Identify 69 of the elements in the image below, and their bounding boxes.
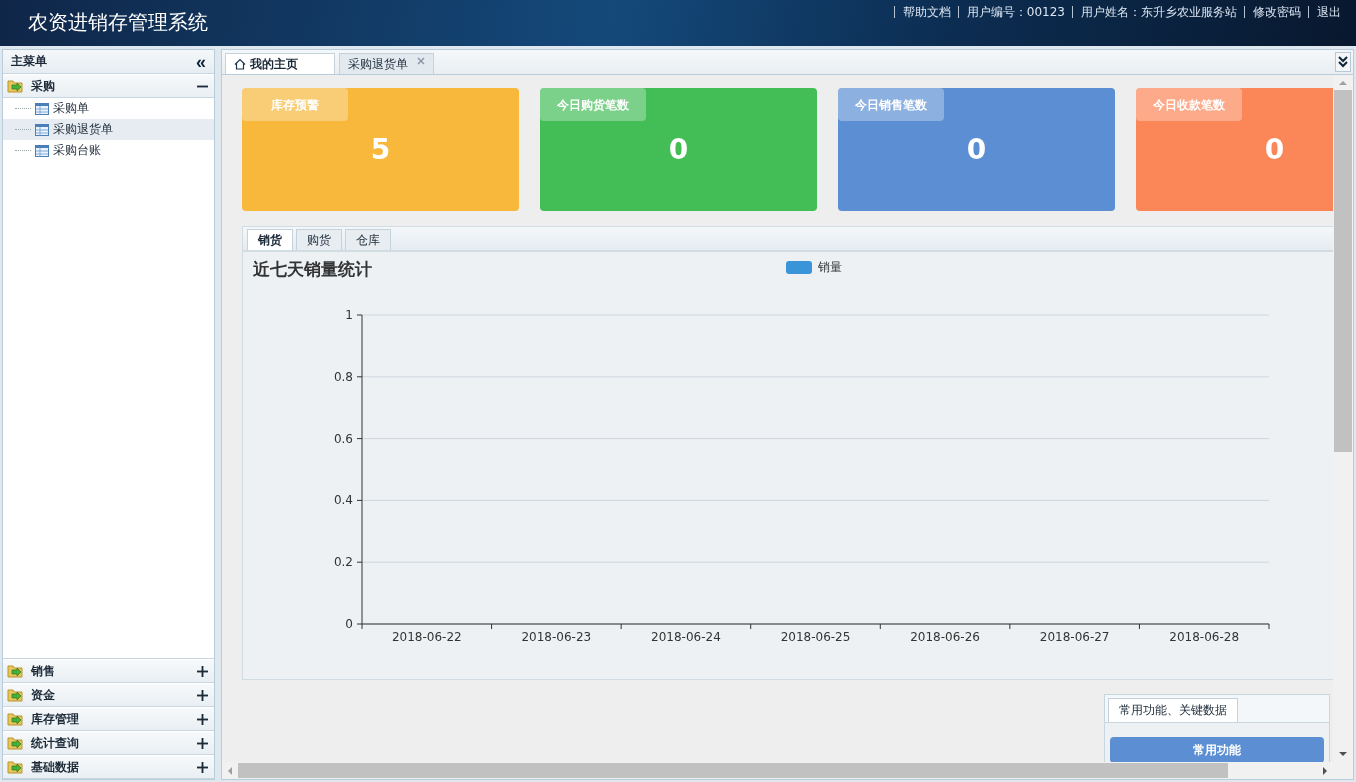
card-value: 0 [668, 133, 689, 166]
header-link[interactable]: 修改密码 [1244, 6, 1308, 18]
table-icon [35, 144, 49, 157]
x-tick-label: 2018-06-26 [910, 630, 980, 644]
plus-icon[interactable] [197, 665, 208, 677]
plus-icon[interactable] [197, 737, 208, 749]
card-value: 0 [1264, 133, 1285, 166]
card-title: 库存预警 [242, 88, 348, 121]
page-tab[interactable]: 我的主页 [225, 53, 335, 74]
menu-item[interactable]: 采购台账 [3, 140, 214, 161]
x-tick-label: 2018-06-22 [391, 630, 462, 644]
folder-arrow-icon [7, 687, 25, 703]
y-tick-label: 0 [345, 617, 353, 631]
y-tick-label: 0.6 [333, 431, 353, 446]
card-title: 今日收款笔数 [1136, 88, 1242, 121]
chart-title: 近七天销量统计 [253, 258, 373, 281]
menu-group-label: 销售 [31, 662, 56, 680]
y-tick-label: 0.4 [333, 493, 353, 508]
menu-group-header[interactable]: 库存管理 [3, 707, 214, 731]
plus-icon[interactable] [197, 713, 208, 725]
home-icon [234, 58, 246, 70]
menu-group-label: 资金 [31, 686, 56, 704]
sidebar-title: 主菜单 [11, 53, 47, 70]
card-title: 今日销售笔数 [838, 88, 944, 121]
page-tab[interactable]: 采购退货单 [339, 53, 434, 74]
table-icon [35, 102, 49, 115]
card-value: 5 [370, 133, 391, 166]
menu-item[interactable]: 采购退货单 [3, 119, 214, 140]
header-link[interactable]: 用户编号：00123 [957, 6, 1072, 18]
folder-arrow-icon [7, 78, 25, 94]
chart-tab[interactable]: 购货 [296, 229, 342, 250]
x-tick-label: 2018-06-24 [651, 630, 721, 644]
legend-swatch [786, 260, 812, 274]
panel-tab[interactable]: 常用功能、关键数据 [1108, 698, 1238, 722]
app-title: 农资进销存管理系统 [27, 9, 208, 34]
folder-arrow-icon [7, 735, 25, 751]
x-tick-label: 2018-06-23 [521, 630, 592, 644]
header-link[interactable]: 退出 [1308, 6, 1348, 18]
header-link[interactable]: 用户姓名：东升乡农业服务站 [1072, 6, 1244, 18]
y-tick-label: 0.2 [333, 555, 353, 570]
menu-group-header[interactable]: 基础数据 [3, 755, 214, 779]
menu-group-label: 库存管理 [31, 710, 80, 728]
menu-group-header[interactable]: 统计查询 [3, 731, 214, 755]
chart-tab[interactable]: 销货 [247, 229, 293, 250]
y-tick-label: 1 [345, 308, 353, 322]
table-icon [35, 123, 49, 136]
menu-group-label: 统计查询 [31, 734, 80, 752]
chart-tab[interactable]: 仓库 [345, 229, 391, 250]
x-tick-label: 2018-06-28 [1169, 630, 1240, 644]
plus-icon[interactable] [197, 689, 208, 701]
folder-arrow-icon [7, 711, 25, 727]
card-value: 0 [966, 133, 987, 166]
card-title: 今日购货笔数 [540, 88, 646, 121]
menu-group-header[interactable]: 资金 [3, 683, 214, 707]
plus-icon[interactable] [197, 761, 208, 773]
legend-label: 销量 [818, 258, 842, 276]
menu-group-header[interactable]: 采购 [3, 74, 214, 98]
folder-arrow-icon [7, 663, 25, 679]
folder-arrow-icon [7, 759, 25, 775]
chevron-down-icon[interactable] [1335, 52, 1351, 72]
menu-item[interactable]: 采购单 [3, 98, 214, 119]
collapse-button[interactable]: « [194, 52, 208, 71]
x-tick-label: 2018-06-27 [1039, 630, 1110, 644]
y-tick-label: 0.8 [333, 369, 353, 384]
x-tick-label: 2018-06-25 [780, 630, 851, 644]
menu-group-label: 基础数据 [31, 758, 80, 776]
header-link[interactable]: 帮助文档 [893, 6, 958, 18]
menu-group-label: 采购 [31, 77, 56, 95]
menu-group-header[interactable]: 销售 [3, 659, 214, 683]
